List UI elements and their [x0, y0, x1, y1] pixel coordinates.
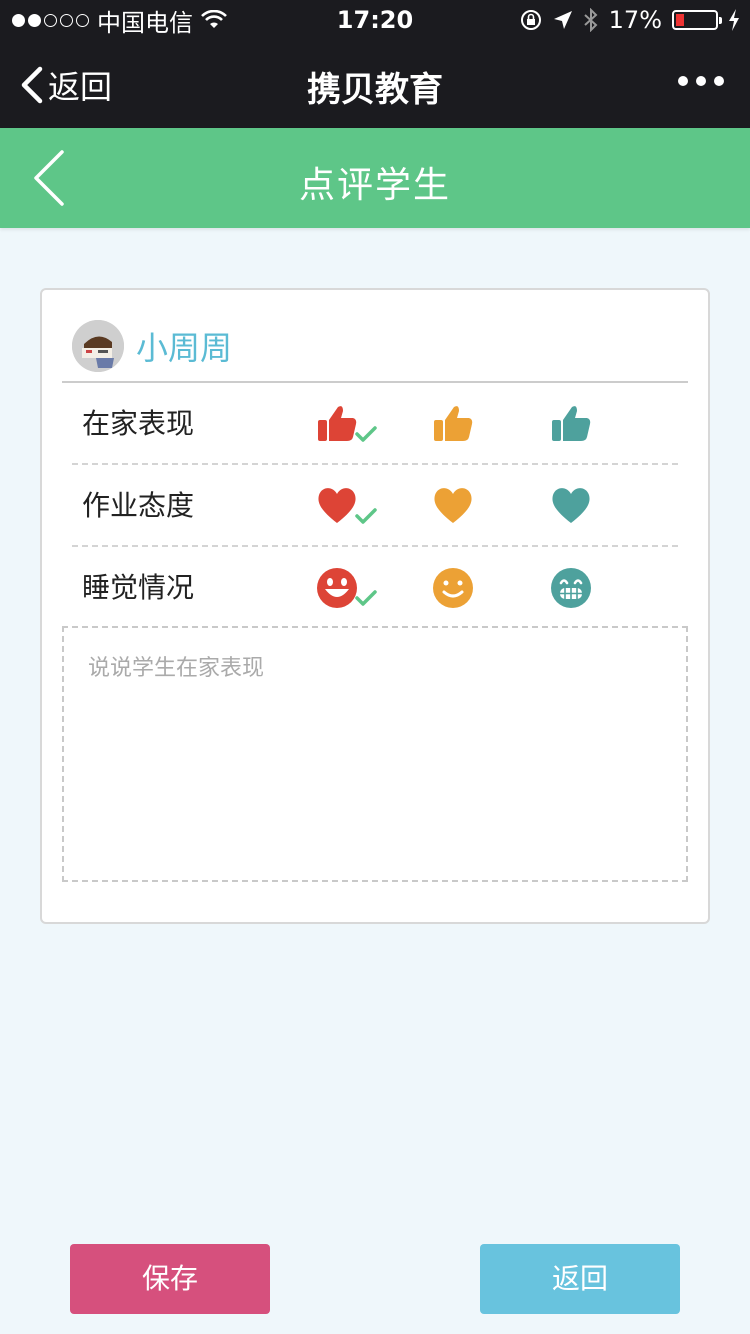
row-label: 作业态度 [82, 489, 195, 522]
option-excellent[interactable] [316, 567, 378, 613]
option-good[interactable] [432, 403, 494, 449]
page-header: 点评学生 [0, 128, 750, 228]
evaluation-card: 小周周 在家表现 作业态度 睡觉情况 说说学生在家表现 [40, 288, 710, 924]
charging-icon [729, 9, 739, 31]
wechat-nav-bar: 返回 携贝教育 [0, 40, 750, 128]
option-excellent[interactable] [316, 485, 378, 531]
more-dots-icon[interactable] [678, 76, 724, 86]
student-name: 小周周 [136, 329, 233, 367]
comment-box [62, 626, 688, 882]
big-smile-icon [317, 568, 357, 608]
heart-icon [552, 488, 590, 523]
check-icon [355, 508, 377, 524]
evaluation-row-home-performance: 在家表现 [72, 383, 678, 465]
battery-percent: 17% [608, 6, 662, 34]
option-good[interactable] [432, 485, 494, 531]
bluetooth-icon [583, 8, 598, 32]
thumbs-up-icon [552, 406, 591, 441]
location-icon [553, 11, 572, 29]
evaluation-row-homework-attitude: 作业态度 [72, 465, 678, 547]
heart-icon [434, 488, 472, 523]
avatar [72, 320, 124, 372]
app-title: 携贝教育 [307, 70, 443, 110]
smiley-icon [433, 568, 473, 608]
back-button[interactable]: 返回 [480, 1244, 680, 1314]
check-icon [355, 426, 377, 442]
heart-icon [318, 488, 356, 523]
page-title: 点评学生 [298, 165, 451, 206]
thumbs-up-icon [434, 406, 473, 441]
option-average[interactable] [550, 567, 612, 613]
check-icon [355, 590, 377, 606]
option-excellent[interactable] [316, 403, 378, 449]
grin-icon [551, 568, 591, 608]
save-button[interactable]: 保存 [70, 1244, 270, 1314]
comment-input[interactable] [88, 650, 662, 858]
row-label: 在家表现 [82, 407, 195, 440]
status-bar: 中国电信 17:20 17% [0, 0, 750, 40]
battery-icon [672, 10, 722, 30]
student-header: 小周周 [72, 320, 232, 372]
thumbs-up-icon [318, 406, 357, 441]
option-average[interactable] [550, 485, 612, 531]
option-average[interactable] [550, 403, 612, 449]
row-label: 睡觉情况 [82, 571, 195, 604]
evaluation-row-sleep: 睡觉情况 [72, 547, 678, 629]
status-icons: 17% [519, 6, 740, 34]
option-good[interactable] [432, 567, 494, 613]
orientation-lock-icon [520, 10, 541, 30]
